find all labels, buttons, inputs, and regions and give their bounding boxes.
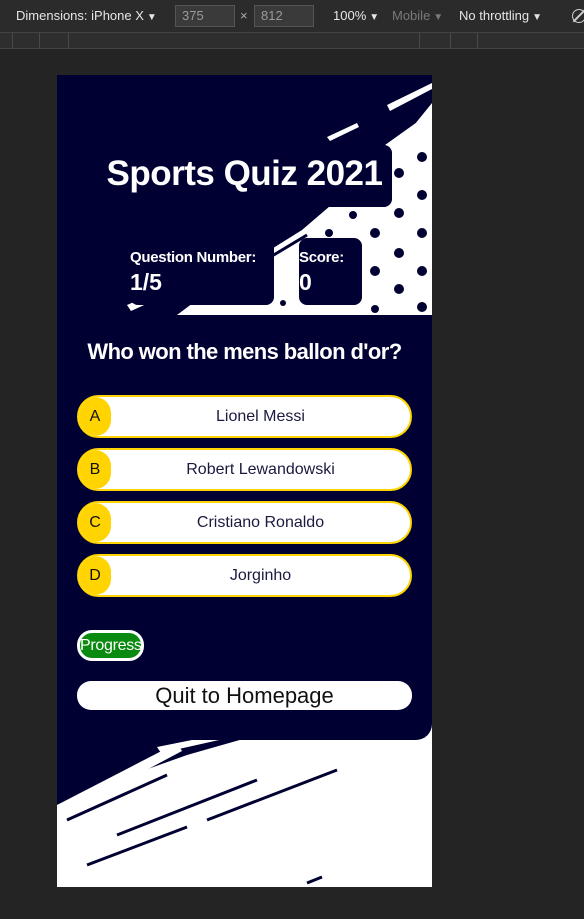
score-label: Score:: [299, 249, 344, 266]
answer-option-c[interactable]: C Cristiano Ronaldo: [77, 501, 412, 544]
rotate-icon[interactable]: [572, 9, 584, 23]
question-number-value: 1/5: [130, 269, 162, 295]
devtools-device-toolbar: Dimensions: iPhone X ▼ 375 × 812 100% ▼ Mo…: [0, 0, 584, 32]
answer-text: Cristiano Ronaldo: [196, 514, 325, 531]
device-dimensions-label: Dimensions: iPhone X: [16, 8, 144, 23]
throttling-dropdown[interactable]: No throttling ▼: [459, 8, 542, 23]
answer-letter: A: [79, 397, 111, 436]
chevron-down-icon: ▼: [369, 12, 380, 23]
answer-text: Lionel Messi: [216, 408, 305, 425]
question-text: Who won the mens ballon d'or?: [87, 339, 402, 364]
answer-option-a[interactable]: A Lionel Messi: [77, 395, 412, 438]
dimension-separator: ×: [240, 8, 248, 23]
zoom-label: 100%: [333, 8, 367, 23]
chevron-down-icon: ▼: [532, 12, 542, 23]
page-title: Sports Quiz 2021: [106, 154, 383, 193]
chevron-down-icon: ▼: [433, 12, 444, 23]
score-value: 0: [299, 269, 312, 295]
viewport-height-input[interactable]: 812: [254, 5, 314, 27]
device-type-label: Mobile: [392, 8, 431, 23]
throttling-label: No throttling: [459, 8, 530, 23]
device-type-dropdown[interactable]: Mobile ▼: [392, 8, 443, 23]
viewport-width-input[interactable]: 375: [175, 5, 235, 27]
quit-to-homepage-button[interactable]: Quit to Homepage: [77, 681, 412, 710]
chevron-down-icon: ▼: [146, 12, 157, 23]
progress-bar: Progress: [77, 630, 144, 661]
answer-option-d[interactable]: D Jorginho: [77, 554, 412, 597]
quiz-page: Sports Quiz 2021 Question Number: 1/5 Sc…: [57, 75, 432, 887]
answer-letter: C: [79, 503, 111, 542]
question-number-label: Question Number:: [130, 249, 257, 266]
answer-text: Robert Lewandowski: [186, 461, 335, 478]
answer-letter: B: [79, 450, 111, 489]
device-dimensions-dropdown[interactable]: Dimensions: iPhone X ▼: [16, 8, 157, 23]
zoom-dropdown[interactable]: 100% ▼: [333, 8, 379, 23]
answer-option-b[interactable]: B Robert Lewandowski: [77, 448, 412, 491]
answer-letter: D: [79, 556, 111, 595]
answer-text: Jorginho: [229, 567, 292, 584]
media-query-ruler: [0, 32, 584, 49]
